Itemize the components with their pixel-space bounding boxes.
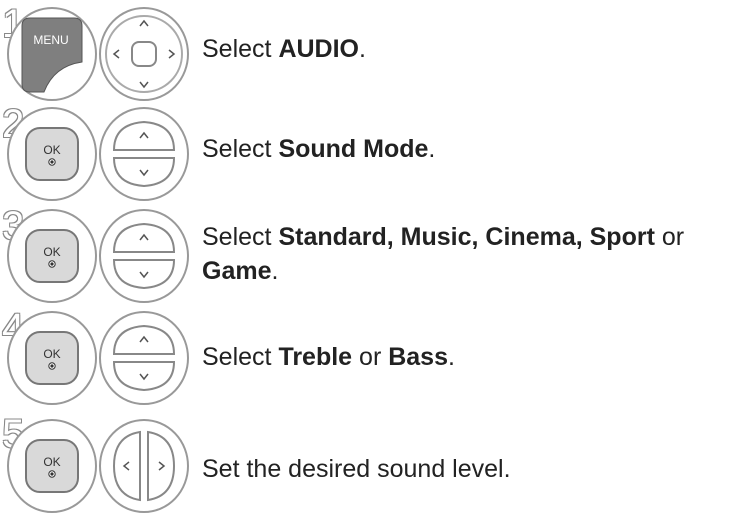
step-1-text: Select AUDIO.: [202, 35, 366, 63]
ok-button-icon: OK: [7, 419, 97, 513]
menu-button-icon: MENU: [7, 7, 97, 101]
ok-label: OK: [43, 455, 60, 469]
step-4: 4 OK Select Treble or Bass.: [0, 306, 749, 410]
step-5-text: Set the desired sound level.: [202, 455, 511, 483]
step-4-text: Select Treble or Bass.: [202, 343, 455, 371]
up-down-buttons-icon: [99, 209, 189, 303]
step-2-text: Select Sound Mode.: [202, 135, 436, 163]
ok-label: OK: [43, 245, 60, 259]
ok-label: OK: [43, 143, 60, 157]
step-1: 1 MENU Select AUDIO.: [0, 0, 749, 101]
menu-label: MENU: [33, 33, 68, 47]
ok-label: OK: [43, 347, 60, 361]
up-down-buttons-icon: [99, 311, 189, 405]
step-5: 5 OK Set the desired sound level.: [0, 410, 749, 517]
step-3-text: Select Standard, Music, Cinema, Sport or…: [202, 223, 685, 285]
navigation-pad-icon: [99, 7, 189, 101]
ok-button-icon: OK: [7, 311, 97, 405]
step-3: 3 OK Select Standard, Music, Cinema, Spo…: [0, 200, 749, 306]
ok-button-icon: OK: [7, 107, 97, 201]
step-2: 2 OK Select Sound Mode.: [0, 100, 749, 201]
ok-button-icon: OK: [7, 209, 97, 303]
up-down-buttons-icon: [99, 107, 189, 201]
left-right-buttons-icon: [99, 419, 189, 513]
